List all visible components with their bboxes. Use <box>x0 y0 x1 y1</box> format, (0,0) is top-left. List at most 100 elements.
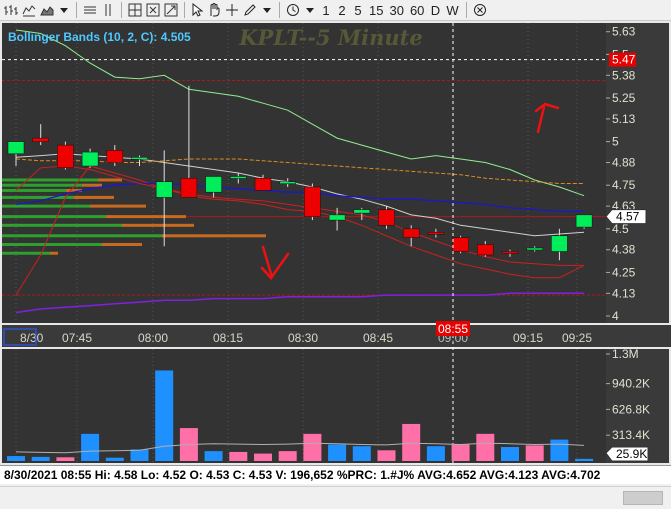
expand-icon[interactable] <box>162 1 180 20</box>
volume-bar <box>352 446 371 461</box>
volume-profile-bar-up <box>2 251 50 255</box>
cross-icon[interactable] <box>223 1 241 20</box>
volume-axis-label: 1.3M <box>612 347 639 361</box>
toolbar-separator <box>76 2 77 18</box>
volume-bar <box>377 450 396 461</box>
area-chart-icon[interactable] <box>38 1 56 20</box>
volume-profile-bar-down <box>162 234 266 238</box>
candle-down <box>32 137 49 142</box>
volume-bar <box>31 456 50 461</box>
volume-profile-bar-up <box>2 178 98 182</box>
volume-bar <box>204 451 223 461</box>
toolbar-separator <box>279 2 280 18</box>
time-axis-label: 8/30 <box>20 331 44 345</box>
zoom-fit-icon[interactable] <box>144 1 162 20</box>
scrollbar-thumb[interactable] <box>623 491 663 505</box>
time-axis-label: 08:15 <box>213 331 243 345</box>
toolbar-separator <box>121 2 122 18</box>
interval-daily[interactable]: D <box>427 1 443 20</box>
interval-2[interactable]: 2 <box>334 1 350 20</box>
volume-profile-bar-up <box>2 243 102 247</box>
crosshair-time-value: 08:55 <box>438 322 468 336</box>
pointer-icon[interactable] <box>189 1 205 20</box>
price-axis-label: 4.13 <box>612 286 636 300</box>
line-chart-icon[interactable] <box>20 1 38 20</box>
candle-up <box>7 141 25 155</box>
chart-title: KPLT--5 Minute <box>238 25 422 50</box>
volume-bar <box>426 446 445 461</box>
time-axis-label: 08:30 <box>288 331 318 345</box>
volume-axis-label: 940.2K <box>612 377 650 391</box>
time-axis-label: 07:45 <box>62 331 92 345</box>
candle-up <box>526 247 543 251</box>
crosshair-icon[interactable] <box>126 1 144 20</box>
price-axis-label: 4.25 <box>612 265 636 279</box>
volume-bar <box>7 456 25 461</box>
candle-up <box>131 157 148 160</box>
candle-up <box>279 181 296 184</box>
candle-up <box>328 214 346 221</box>
candle-down <box>452 237 469 252</box>
interval-weekly[interactable]: W <box>443 1 461 20</box>
candle-up <box>551 235 568 252</box>
price-volume-chart[interactable]: KPLT--5 Minute Bollinger Bands (10, 2, C)… <box>0 21 671 465</box>
price-axis-label: 5.38 <box>612 68 636 82</box>
toolbar-separator <box>184 2 185 18</box>
volume-bar <box>575 458 594 461</box>
horizontal-line-icon[interactable] <box>81 1 99 20</box>
price-axis-label: 4.38 <box>612 243 636 257</box>
volume-bar <box>81 433 100 461</box>
time-axis-label: 09:15 <box>513 331 543 345</box>
volume-profile-bar-up <box>2 188 66 192</box>
volume-bar <box>328 444 347 461</box>
pen-icon[interactable] <box>241 1 259 20</box>
clock-icon[interactable] <box>284 1 302 20</box>
volume-bar <box>254 453 272 461</box>
volume-bar <box>402 423 421 461</box>
price-axis-label: 5 <box>612 135 619 149</box>
volume-profile-bar-up <box>2 183 82 187</box>
dropdown-arrow-icon[interactable] <box>302 1 318 20</box>
volume-profile-bar-up <box>2 195 74 199</box>
price-axis-label: 4.88 <box>612 156 636 170</box>
interval-1[interactable]: 1 <box>318 1 334 20</box>
volume-bar <box>278 451 297 461</box>
candle-up <box>575 214 593 228</box>
candle-up <box>81 151 99 167</box>
last-price-value: 4.57 <box>616 210 640 224</box>
volume-bar <box>105 457 124 461</box>
bar-chart-icon[interactable] <box>2 1 20 20</box>
volume-bar <box>229 451 248 461</box>
volume-profile-bar-down <box>106 215 186 219</box>
price-axis-label: 4.75 <box>612 178 636 192</box>
interval-60[interactable]: 60 <box>407 1 427 20</box>
volume-profile-bar-down <box>82 183 102 187</box>
volume-profile-bar-down <box>50 251 58 255</box>
hand-icon[interactable] <box>205 1 223 20</box>
candle-down <box>402 228 420 238</box>
interval-5[interactable]: 5 <box>350 1 366 20</box>
chart-area[interactable]: KPLT--5 Minute Bollinger Bands (10, 2, C)… <box>0 21 671 509</box>
volume-profile-bar-down <box>122 223 194 227</box>
candle-down <box>501 251 519 254</box>
dropdown-arrow-icon[interactable] <box>259 1 275 20</box>
time-axis-label: 08:00 <box>138 331 168 345</box>
interval-30[interactable]: 30 <box>386 1 406 20</box>
horizontal-scrollbar[interactable] <box>0 486 671 509</box>
close-circle-icon[interactable] <box>471 1 489 20</box>
price-panel-background <box>2 23 606 323</box>
crosshair-price-value: 5.47 <box>612 53 636 67</box>
volume-bar <box>130 449 149 461</box>
dropdown-arrow-icon[interactable] <box>56 1 72 20</box>
volume-bar <box>525 445 544 461</box>
interval-15[interactable]: 15 <box>366 1 386 20</box>
status-bar: 8/30/2021 08:55 Hi: 4.58 Lo: 4.52 O: 4.5… <box>0 465 671 484</box>
volume-profile-bar-up <box>2 215 106 219</box>
volume-profile-bar-up <box>2 234 162 238</box>
volume-profile-bar-up <box>2 223 122 227</box>
volume-bar <box>501 447 519 461</box>
volume-axis-label: 626.8K <box>612 402 650 416</box>
volume-profile-bar-down <box>74 195 114 199</box>
candle-up <box>155 181 173 198</box>
vertical-line-icon[interactable] <box>99 1 117 20</box>
